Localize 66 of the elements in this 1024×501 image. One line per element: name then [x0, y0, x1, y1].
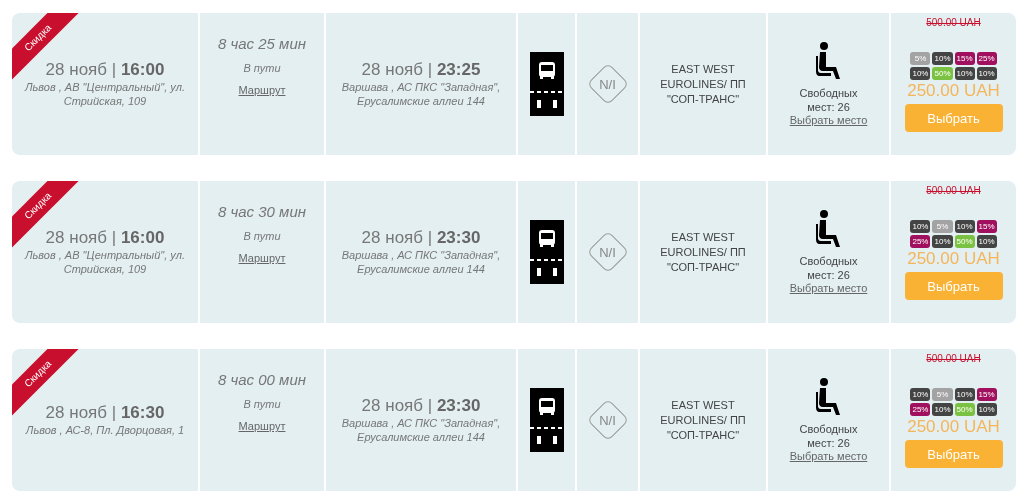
discount-tag: 10%	[910, 67, 931, 80]
discount-tag: 10%	[954, 67, 975, 80]
arrival-place: Варшава , АС ПКС "Западная", Ерусалимские аллеи 144	[340, 416, 502, 444]
discount-tag: 10%	[976, 235, 997, 248]
bus-lane-icon	[529, 220, 564, 284]
carrier-name: EAST WEST EUROLINES/ ПП "СОП-ТРАНС"	[659, 229, 747, 275]
discount-tag: 10%	[910, 220, 931, 233]
bus-lane-icon	[529, 52, 564, 116]
choose-seat-link[interactable]: Выбрать место	[789, 282, 868, 294]
choose-seat-link[interactable]: Выбрать место	[789, 114, 868, 126]
discount-tag: 15%	[976, 220, 997, 233]
duration-text: 8 час 25 мин	[218, 35, 306, 52]
discount-tag: 50%	[954, 235, 975, 248]
route-link[interactable]: Маршрут	[238, 84, 286, 96]
duration-text: 8 час 00 мин	[218, 371, 306, 388]
arrival-time: 28 нояб | 23:30	[361, 396, 481, 416]
arrival-place: Варшава , АС ПКС "Западная", Ерусалимские аллеи 144	[340, 248, 502, 276]
departure-place: Львов , АС-8, Пл. Дворцовая, 1	[25, 423, 185, 437]
discount-tag: 15%	[976, 388, 997, 401]
class-badge: N/I	[588, 401, 627, 439]
price: 250.00 UAH	[907, 417, 1000, 437]
route-link[interactable]: Маршрут	[238, 252, 286, 264]
bus-lane-icon	[529, 388, 564, 452]
discount-tag: 10%	[976, 67, 997, 80]
discount-tag: 10%	[932, 235, 953, 248]
price: 250.00 UAH	[907, 249, 1000, 269]
free-seats: Свободных мест: 26	[793, 422, 864, 450]
discount-tag: 25%	[976, 52, 997, 65]
class-badge: N/I	[588, 65, 627, 103]
old-price: 500.00 UAH	[926, 353, 981, 364]
seated-person-icon	[814, 378, 843, 418]
duration-label: В пути	[243, 230, 281, 242]
arrival-time: 28 нояб | 23:30	[361, 228, 481, 248]
class-badge: N/I	[588, 233, 627, 271]
discount-tag: 15%	[954, 52, 975, 65]
discount-tag: 10%	[976, 403, 997, 416]
discount-tag: 10%	[932, 403, 953, 416]
seated-person-icon	[814, 42, 843, 82]
discount-tag: 5%	[932, 388, 953, 401]
free-seats: Свободных мест: 26	[793, 86, 864, 114]
discount-tag: 5%	[932, 220, 953, 233]
old-price: 500.00 UAH	[926, 185, 981, 196]
duration-label: В пути	[243, 398, 281, 410]
discount-tag: 25%	[910, 403, 931, 416]
departure-place: Львов , АВ "Центральный", ул. Стрийская, 109	[23, 248, 186, 276]
discount-tag: 5%	[910, 52, 931, 65]
discount-tag: 50%	[932, 67, 953, 80]
discount-tag: 25%	[910, 235, 931, 248]
route-link[interactable]: Маршрут	[238, 420, 286, 432]
discount-tag: 10%	[954, 220, 975, 233]
seated-person-icon	[814, 210, 843, 250]
discount-tag: 50%	[954, 403, 975, 416]
old-price: 500.00 UAH	[926, 17, 981, 28]
price: 250.00 UAH	[907, 81, 1000, 101]
discount-tag: 10%	[954, 388, 975, 401]
arrival-place: Варшава , АС ПКС "Западная", Ерусалимские аллеи 144	[340, 80, 502, 108]
choose-seat-link[interactable]: Выбрать место	[789, 450, 868, 462]
departure-place: Львов , АВ "Центральный", ул. Стрийская, 109	[23, 80, 186, 108]
carrier-name: EAST WEST EUROLINES/ ПП "СОП-ТРАНС"	[659, 397, 747, 443]
discount-tag: 10%	[910, 388, 931, 401]
discount-tag: 10%	[932, 52, 953, 65]
duration-text: 8 час 30 мин	[218, 203, 306, 220]
duration-label: В пути	[243, 62, 281, 74]
carrier-name: EAST WEST EUROLINES/ ПП "СОП-ТРАНС"	[659, 61, 747, 107]
arrival-time: 28 нояб | 23:25	[361, 60, 481, 80]
free-seats: Свободных мест: 26	[793, 254, 864, 282]
